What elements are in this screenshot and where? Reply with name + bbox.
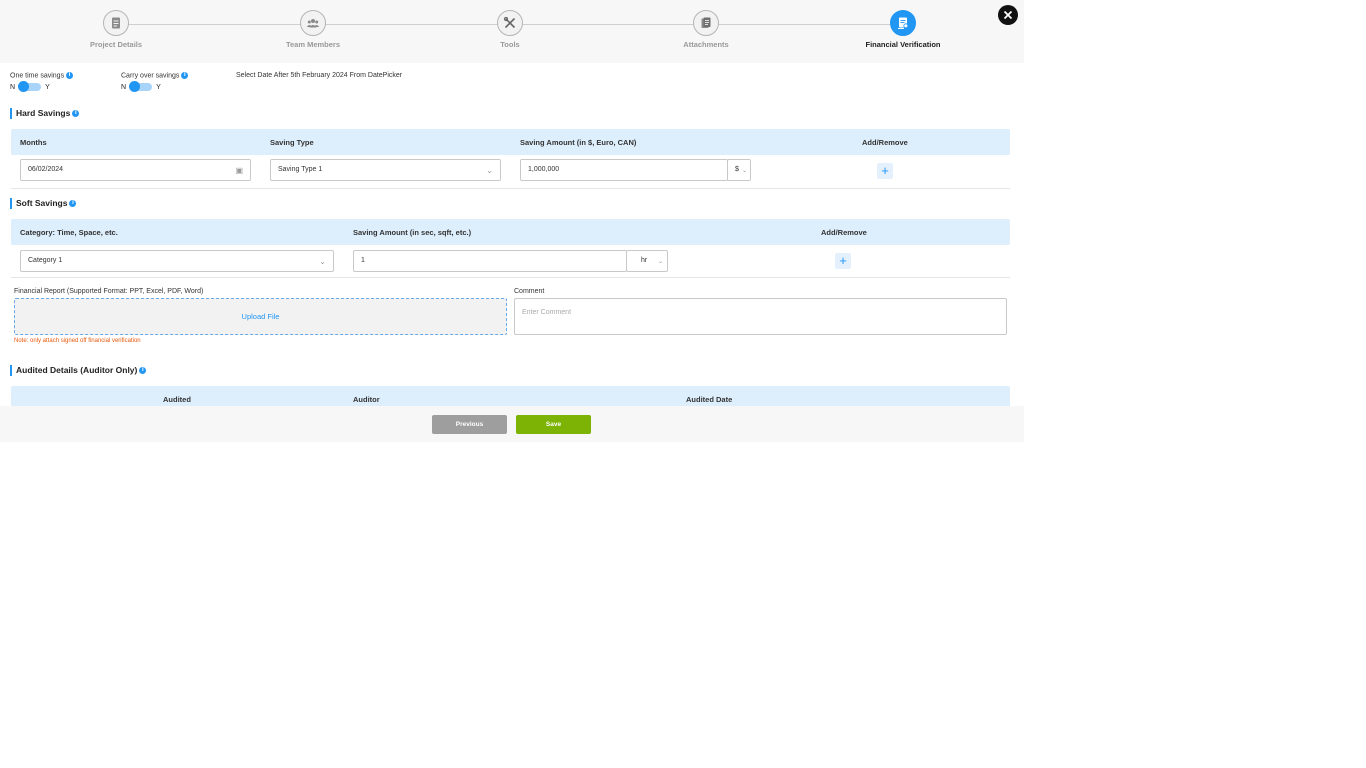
currency-select[interactable]: $ ⌄ xyxy=(727,159,751,181)
step-team-members[interactable]: Team Members xyxy=(238,10,388,49)
info-icon[interactable]: i xyxy=(139,367,147,375)
carry-over-savings-label: Carry over savings i xyxy=(121,72,189,79)
plus-icon: + xyxy=(881,163,889,178)
comment-textarea[interactable]: Enter Comment xyxy=(514,298,1007,335)
tools-icon xyxy=(497,10,523,36)
step-attachments[interactable]: Attachments xyxy=(631,10,781,49)
soft-savings-header: Category: Time, Space, etc. Saving Amoun… xyxy=(11,219,1010,245)
modal-footer: Previous Save xyxy=(0,406,1024,442)
step-tools[interactable]: Tools xyxy=(435,10,585,49)
step-financial-verification[interactable]: Financial Verification xyxy=(828,10,978,49)
audited-details-header: Audited Auditor Audited Date xyxy=(11,386,1010,406)
step-label: Attachments xyxy=(683,40,729,49)
users-icon xyxy=(300,10,326,36)
toggle-row: N Y xyxy=(121,81,188,93)
date-note: Select Date After 5th February 2024 From… xyxy=(236,72,403,79)
financial-report-label: Financial Report (Supported Format: PPT,… xyxy=(14,288,204,295)
one-time-savings-label: One time savings i xyxy=(10,72,74,79)
verification-icon xyxy=(890,10,916,36)
step-label: Team Members xyxy=(285,40,341,49)
step-label: Financial Verification xyxy=(865,40,941,49)
column-header: Add/Remove xyxy=(862,138,908,147)
column-header: Audited xyxy=(163,395,191,404)
column-header: Audited Date xyxy=(686,395,733,404)
hard-savings-title: Hard Savings i xyxy=(10,108,80,119)
saving-amount-input[interactable]: 1,000,000 xyxy=(520,159,728,181)
info-icon[interactable]: i xyxy=(72,110,80,118)
unit-select[interactable]: hr ⌄ xyxy=(626,250,668,272)
column-header: Saving Amount (in $, Euro, CAN) xyxy=(520,138,637,147)
upload-file-button[interactable]: Upload File xyxy=(14,298,507,335)
column-header: Category: Time, Space, etc. xyxy=(20,228,118,237)
stepper: Project Details Team Members Tools Attac… xyxy=(0,0,1024,63)
column-header: Auditor xyxy=(353,395,380,404)
document-icon xyxy=(103,10,129,36)
column-header: Saving Amount (in sec, sqft, etc.) xyxy=(353,228,472,237)
previous-button[interactable]: Previous xyxy=(432,415,507,434)
divider xyxy=(11,188,1010,189)
column-header: Saving Type xyxy=(270,138,314,147)
info-icon[interactable]: i xyxy=(69,200,77,208)
hard-savings-header: Months Saving Type Saving Amount (in $, … xyxy=(11,129,1010,155)
chevron-down-icon: ⌄ xyxy=(319,257,326,266)
column-header: Months xyxy=(20,138,47,147)
soft-savings-title: Soft Savings i xyxy=(10,198,77,209)
financial-verification-modal: Project Details Team Members Tools Attac… xyxy=(0,0,1024,442)
add-soft-saving-button[interactable]: + xyxy=(835,253,851,269)
toggle-knob xyxy=(129,81,141,93)
close-icon xyxy=(1003,10,1013,20)
month-date-picker[interactable]: 06/02/2024 ▣ xyxy=(20,159,251,181)
save-button[interactable]: Save xyxy=(516,415,591,434)
step-project-details[interactable]: Project Details xyxy=(41,10,191,49)
one-time-savings-group: One time savings i N Y xyxy=(10,72,74,93)
comment-label: Comment xyxy=(514,288,545,295)
soft-amount-input[interactable]: 1 xyxy=(353,250,627,272)
step-label: Tools xyxy=(500,40,520,49)
form-content: One time savings i N Y Carry over savings… xyxy=(0,63,1024,406)
plus-icon: + xyxy=(839,253,847,268)
toggle-y-label: Y xyxy=(45,83,50,91)
info-icon[interactable]: i xyxy=(66,72,74,79)
chevron-down-icon: ⌄ xyxy=(657,259,663,265)
close-button[interactable] xyxy=(998,5,1018,25)
calendar-icon[interactable]: ▣ xyxy=(235,161,243,181)
toggle-n-label: N xyxy=(121,83,127,91)
toggle-n-label: N xyxy=(10,83,16,91)
audited-details-title: Audited Details (Auditor Only) i xyxy=(10,365,147,376)
divider xyxy=(11,277,1010,278)
step-label: Project Details xyxy=(89,40,143,49)
chevron-down-icon: ⌄ xyxy=(486,166,493,175)
column-header: Add/Remove xyxy=(821,228,867,237)
attachments-icon xyxy=(693,10,719,36)
carry-over-savings-group: Carry over savings i N Y xyxy=(121,72,189,93)
add-hard-saving-button[interactable]: + xyxy=(877,163,893,179)
info-icon[interactable]: i xyxy=(181,72,189,79)
carry-over-savings-toggle[interactable] xyxy=(129,81,153,93)
chevron-down-icon: ⌄ xyxy=(741,168,747,174)
toggle-knob xyxy=(18,81,30,93)
saving-type-select[interactable]: Saving Type 1 ⌄ xyxy=(270,159,501,181)
toggle-row: N Y xyxy=(10,81,73,93)
category-select[interactable]: Category 1 ⌄ xyxy=(20,250,334,272)
upload-note: Note: only attach signed off financial v… xyxy=(14,338,141,344)
one-time-savings-toggle[interactable] xyxy=(18,81,42,93)
toggle-y-label: Y xyxy=(156,83,161,91)
